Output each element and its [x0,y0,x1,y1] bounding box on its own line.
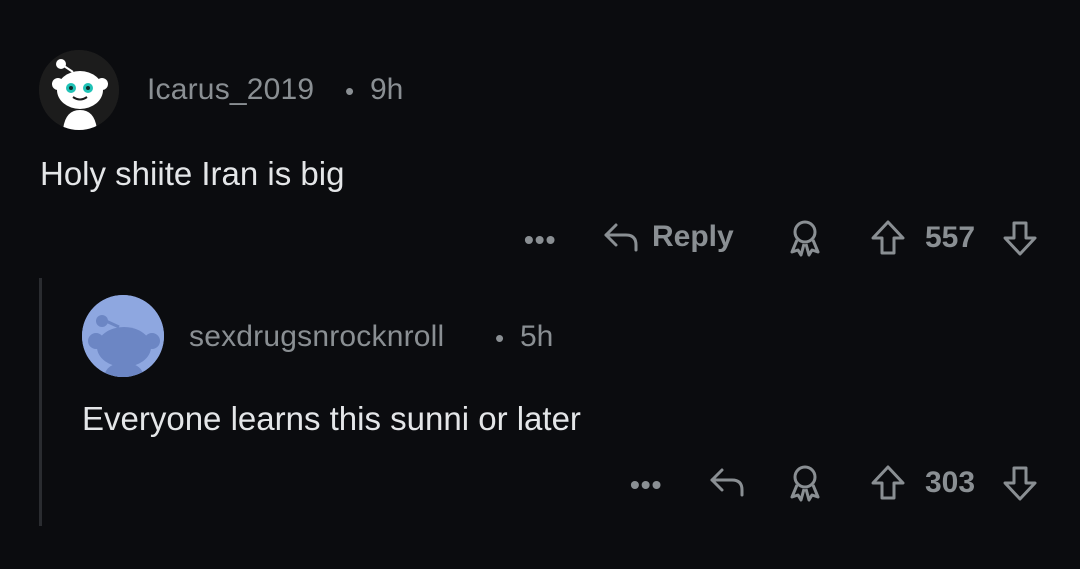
upvote-button[interactable] [868,218,908,258]
comment-timestamp: 5h [520,320,554,353]
default-snoo-avatar-icon [82,295,164,377]
comment-body: Everyone learns this sunni or later [82,400,581,437]
downvote-button[interactable] [1000,463,1040,503]
vote-score: 303 [925,466,976,499]
avatar[interactable] [82,295,164,377]
award-icon [790,220,820,257]
more-options-label: ••• [630,469,663,500]
vote-score: 557 [925,221,976,254]
award-icon [790,465,820,502]
comment-body: Holy shiite Iran is big [40,155,345,192]
meta-separator: • [345,76,355,106]
downvote-arrow-icon [1003,466,1037,501]
avatar[interactable] [39,50,119,130]
upvote-arrow-icon [871,465,905,500]
downvote-arrow-icon [1003,221,1037,256]
award-button[interactable] [788,218,822,258]
reply-arrow-icon [710,468,744,497]
reply-button[interactable] [706,462,748,502]
award-button[interactable] [788,463,822,503]
upvote-button[interactable] [868,463,908,503]
more-options-button[interactable]: ••• [524,226,556,254]
meta-separator: • [495,323,505,353]
upvote-arrow-icon [871,220,905,255]
thread-line[interactable] [39,278,42,526]
snoo-avatar-icon [39,50,119,130]
comment-timestamp: 9h [370,73,404,106]
reply-label: Reply [652,220,734,253]
reply-button[interactable]: Reply [600,217,734,257]
more-options-button[interactable]: ••• [630,471,662,499]
comment-username[interactable]: sexdrugsnrocknroll [189,320,444,354]
downvote-button[interactable] [1000,218,1040,258]
reply-arrow-icon [604,223,638,252]
more-options-label: ••• [524,224,557,255]
comment-username[interactable]: Icarus_2019 [147,73,314,107]
